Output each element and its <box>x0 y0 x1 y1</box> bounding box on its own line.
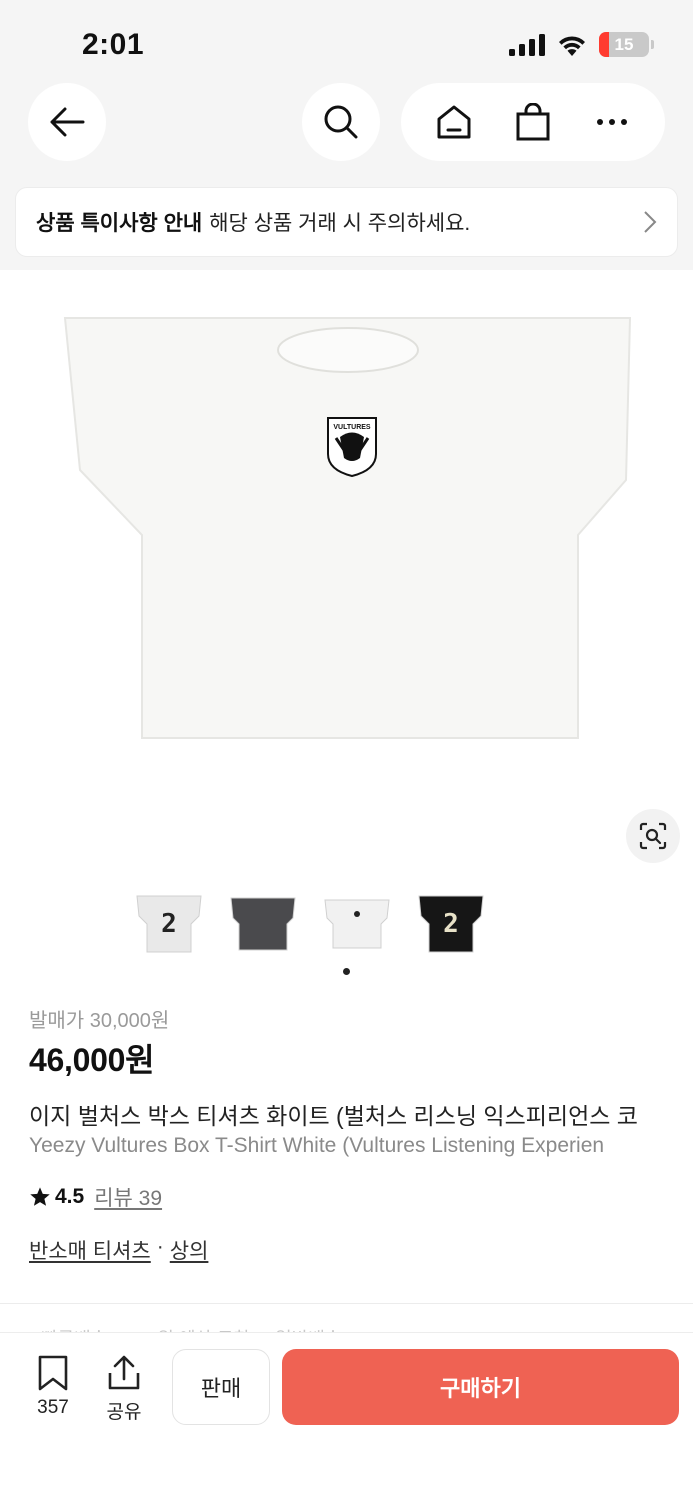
thumbnail-tshirt: 2 <box>418 895 484 953</box>
bookmark-count: 357 <box>37 1397 69 1418</box>
signal-icon <box>509 33 545 56</box>
home-button[interactable] <box>424 92 484 152</box>
thumbnail-number: 2 <box>161 909 177 939</box>
notice-title: 상품 특이사항 안내 <box>36 212 203 235</box>
arrow-left-icon <box>50 107 85 137</box>
bookmark-button[interactable]: 357 <box>30 1355 76 1419</box>
battery-level: 15 <box>614 34 634 54</box>
sell-button[interactable]: 판매 <box>172 1349 270 1425</box>
rating-row: 4.5 리뷰 39 <box>29 1182 162 1212</box>
category-separator: · <box>156 1235 164 1258</box>
thumbnail[interactable]: 2 <box>130 890 208 956</box>
share-label: 공유 <box>106 1402 142 1423</box>
home-icon <box>437 105 471 139</box>
category-link-short-sleeve[interactable]: 반소매 티셔츠 <box>29 1235 151 1265</box>
rating-value: 4.5 <box>55 1185 85 1208</box>
thumbnail[interactable]: 2 <box>412 890 490 956</box>
cart-button[interactable] <box>503 92 563 152</box>
carousel-dot-active <box>343 968 350 975</box>
more-horizontal-icon <box>596 119 627 125</box>
thumbnail-tshirt <box>324 899 390 949</box>
search-icon <box>324 105 358 139</box>
share-button[interactable]: 공유 <box>100 1355 148 1424</box>
thumbnail-tshirt: 2 <box>136 895 202 953</box>
chevron-right-icon <box>644 211 657 233</box>
thumbnail[interactable] <box>318 890 396 956</box>
star-icon <box>30 1187 50 1206</box>
notice-text: 해당 상품 거래 시 주의하세요. <box>209 212 471 235</box>
release-price: 발매가 30,000원 <box>29 1010 170 1032</box>
lens-icon <box>639 822 667 850</box>
image-search-button[interactable] <box>626 809 680 863</box>
notice-banner[interactable]: 상품 특이사항 안내 해당 상품 거래 시 주의하세요. <box>15 187 678 257</box>
product-name-korean: 이지 벌처스 박스 티셔츠 화이트 (벌처스 리스닝 익스피리언스 코 <box>29 1103 638 1129</box>
current-price: 46,000원 <box>29 1042 155 1078</box>
buy-button[interactable]: 구매하기 <box>282 1349 679 1425</box>
thumbnail[interactable] <box>224 890 302 956</box>
status-time: 2:01 <box>82 28 145 61</box>
vultures-crest: VULTURES <box>327 417 377 478</box>
crest-text: VULTURES <box>333 424 371 431</box>
wifi-icon <box>559 35 585 56</box>
back-button[interactable] <box>28 83 106 161</box>
search-button[interactable] <box>302 83 380 161</box>
bookmark-icon <box>38 1355 68 1391</box>
review-link[interactable]: 리뷰 39 <box>94 1182 162 1212</box>
share-icon <box>108 1355 140 1390</box>
battery-icon: 15 <box>599 32 654 57</box>
nav-action-group <box>401 83 665 161</box>
bottom-action-bar: 357 공유 판매 구매하기 <box>0 1332 693 1500</box>
thumbnail-number: 2 <box>443 909 459 939</box>
status-icons: 15 <box>509 32 654 57</box>
section-divider <box>0 1303 693 1304</box>
more-button[interactable] <box>582 92 642 152</box>
product-image[interactable]: VULTURES <box>0 290 693 830</box>
thumbnail-strip: 2 2 <box>130 890 490 956</box>
thumbnail-tshirt <box>230 897 296 951</box>
shopping-bag-icon <box>516 103 550 141</box>
category-row: 반소매 티셔츠 · 상의 <box>29 1235 208 1265</box>
category-link-tops[interactable]: 상의 <box>170 1235 209 1265</box>
product-name-english: Yeezy Vultures Box T-Shirt White (Vultur… <box>29 1134 605 1157</box>
